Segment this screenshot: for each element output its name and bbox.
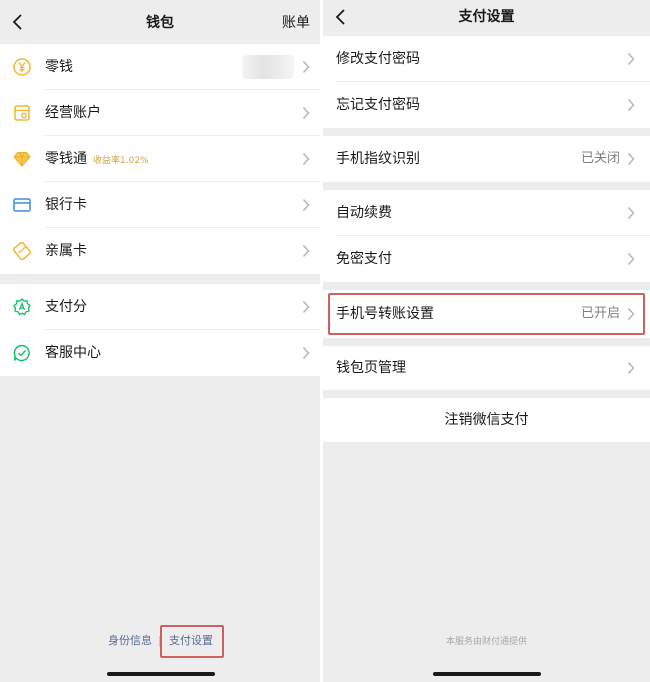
settings-item-label: 手机指纹识别 <box>336 151 420 167</box>
wallet-page-group: 钱包页管理 <box>323 346 650 390</box>
wallet-item-label: 零钱 <box>45 59 73 75</box>
bill-link[interactable]: 账单 <box>282 0 310 44</box>
wallet-footer-links: 身份信息 支付设置 <box>0 625 320 658</box>
chevron-right-icon <box>302 245 310 257</box>
settings-item-label: 手机号转账设置 <box>336 306 434 322</box>
identity-info-link[interactable]: 身份信息 <box>108 625 152 657</box>
chevron-right-icon <box>627 308 635 320</box>
chevron-right-icon <box>302 61 310 73</box>
chevron-right-icon <box>302 347 310 359</box>
settings-navbar: 支付设置 <box>323 0 650 34</box>
settings-item-forgot-password[interactable]: 忘记支付密码 <box>323 82 650 128</box>
pay-score-icon <box>13 298 31 316</box>
wallet-item-customer-service[interactable]: 客服中心 <box>0 330 320 376</box>
settings-item-change-password[interactable]: 修改支付密码 <box>323 36 650 82</box>
phone-transfer-status: 已开启 <box>580 306 620 321</box>
wallet-item-bank-card[interactable]: 银行卡 <box>0 182 320 228</box>
balance-value-blurred <box>242 55 294 79</box>
page-title: 钱包 <box>146 15 174 31</box>
wallet-item-label: 银行卡 <box>45 197 87 213</box>
wallet-item-pay-score[interactable]: 支付分 <box>0 284 320 330</box>
settings-item-label: 免密支付 <box>336 251 392 267</box>
password-group: 修改支付密码 忘记支付密码 <box>323 36 650 128</box>
settings-item-label: 自动续费 <box>336 205 392 221</box>
wallet-service-group: 支付分 客服中心 <box>0 284 320 376</box>
chevron-right-icon <box>627 153 635 165</box>
pay-settings-link[interactable]: 支付设置 <box>160 625 222 657</box>
pay-settings-screen: 支付设置 修改支付密码 忘记支付密码 手机指纹识别 已关闭 自动续费 免密支付 <box>323 0 650 682</box>
page-title: 支付设置 <box>458 9 515 25</box>
back-arrow-icon[interactable] <box>329 3 353 31</box>
wallet-item-lingqiantong[interactable]: 零钱通 收益率1.02% <box>0 136 320 182</box>
wallet-item-business-account[interactable]: 经营账户 <box>0 90 320 136</box>
chevron-right-icon <box>302 153 310 165</box>
store-account-icon <box>14 105 30 121</box>
wallet-item-label: 经营账户 <box>45 105 101 121</box>
fingerprint-group: 手机指纹识别 已关闭 <box>323 136 650 182</box>
settings-item-auto-renew[interactable]: 自动续费 <box>323 190 650 236</box>
settings-item-phone-transfer[interactable]: 手机号转账设置 已开启 <box>323 290 650 338</box>
settings-item-fingerprint[interactable]: 手机指纹识别 已关闭 <box>323 136 650 182</box>
payment-group: 自动续费 免密支付 <box>323 190 650 282</box>
wallet-navbar: 钱包 账单 <box>0 0 320 44</box>
settings-item-wallet-page[interactable]: 钱包页管理 <box>323 346 650 390</box>
diamond-icon <box>13 152 31 167</box>
family-card-icon <box>12 241 32 261</box>
home-indicator[interactable] <box>433 672 541 676</box>
bank-card-icon <box>13 198 31 212</box>
yuan-coin-icon <box>13 58 31 76</box>
cancel-wechat-pay-button[interactable]: 注销微信支付 <box>323 398 650 442</box>
home-indicator[interactable] <box>107 672 215 676</box>
chevron-right-icon <box>627 362 635 374</box>
wallet-item-label: 零钱通 收益率1.02% <box>45 151 149 167</box>
phone-transfer-group: 手机号转账设置 已开启 <box>323 290 650 338</box>
settings-item-label: 钱包页管理 <box>336 360 406 376</box>
chevron-right-icon <box>627 99 635 111</box>
wallet-menu-group: 零钱 经营账户 零钱通 收益率1.02% 银行卡 亲属卡 <box>0 44 320 274</box>
chevron-right-icon <box>627 207 635 219</box>
wallet-screen: 钱包 账单 零钱 经营账户 零钱通 收益率1.02% 银行卡 亲属卡 支付分 客… <box>0 0 320 682</box>
chevron-right-icon <box>627 53 635 65</box>
settings-item-label: 忘记支付密码 <box>336 97 420 113</box>
customer-service-icon <box>13 344 30 362</box>
provider-note: 本服务由财付通提供 <box>445 637 527 647</box>
settings-item-password-free-pay[interactable]: 免密支付 <box>323 236 650 282</box>
wallet-item-change[interactable]: 零钱 <box>0 44 320 90</box>
wallet-item-family-card[interactable]: 亲属卡 <box>0 228 320 274</box>
yield-rate-badge: 收益率1.02% <box>93 156 149 166</box>
fingerprint-status: 已关闭 <box>580 151 620 166</box>
wallet-item-label: 亲属卡 <box>45 243 87 259</box>
chevron-right-icon <box>302 107 310 119</box>
wallet-item-label: 客服中心 <box>45 345 101 361</box>
settings-item-label: 修改支付密码 <box>336 51 420 67</box>
chevron-right-icon <box>302 301 310 313</box>
chevron-right-icon <box>627 253 635 265</box>
chevron-right-icon <box>302 199 310 211</box>
back-arrow-icon[interactable] <box>6 8 30 36</box>
wallet-item-label: 支付分 <box>45 299 87 315</box>
